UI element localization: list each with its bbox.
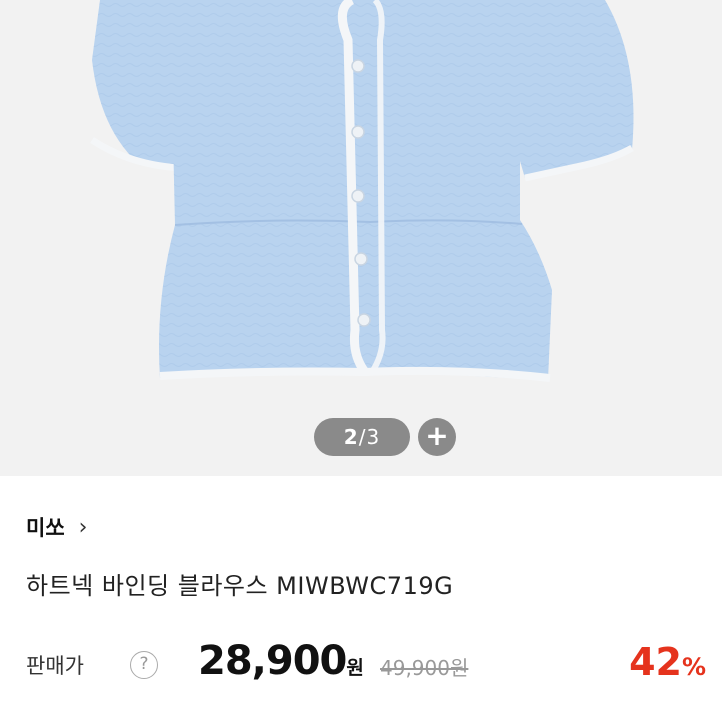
discount-rate: 42% (629, 640, 706, 684)
product-info: 미쏘 › 하트넥 바인딩 블라우스 MIWBWC719G 판매가 ? 28,90… (0, 476, 722, 722)
discount-value: 42 (629, 640, 682, 684)
brand-name: 미쏘 (26, 516, 65, 540)
sale-price-amount: 28,900 (198, 638, 347, 684)
original-price: 49,900원 (380, 656, 469, 680)
brand-link[interactable]: 미쏘 › (26, 512, 87, 542)
chevron-right-icon: › (78, 514, 88, 540)
product-title: 하트넥 바인딩 블라우스 MIWBWC719G (26, 572, 454, 600)
image-pager: 2/3 (314, 418, 410, 456)
zoom-button[interactable]: + (418, 418, 456, 456)
pager-current: 2 (343, 425, 359, 449)
question-circle-icon[interactable]: ? (130, 651, 158, 679)
sale-price: 28,900원 (198, 638, 364, 684)
price-row: 판매가 ? 28,900원 49,900원 42% (26, 638, 706, 688)
pager-total: 3 (366, 425, 381, 449)
plus-icon: + (425, 419, 449, 452)
product-image[interactable]: 2/3 + (0, 0, 722, 476)
blouse-photo (90, 0, 634, 382)
discount-unit: % (681, 653, 706, 681)
sale-price-unit: 원 (346, 657, 364, 679)
price-label: 판매가 (26, 654, 84, 678)
